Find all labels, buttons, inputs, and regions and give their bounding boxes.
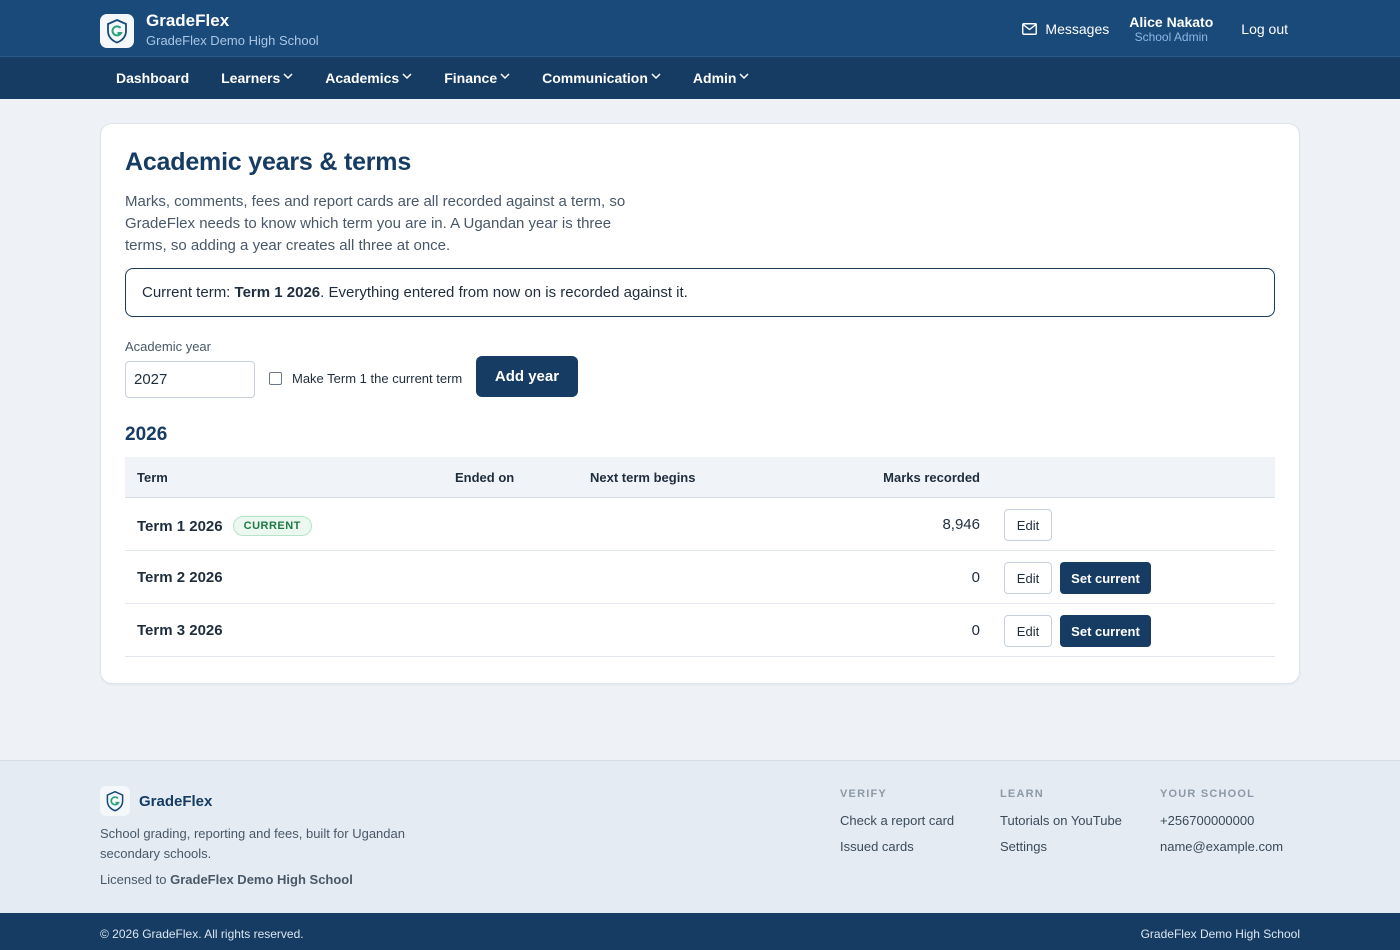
license-school: GradeFlex Demo High School — [170, 872, 353, 887]
chevron-down-icon — [402, 73, 412, 80]
footer-link-issued-cards[interactable]: Issued cards — [840, 839, 954, 854]
chevron-down-icon — [651, 73, 661, 80]
nav-academics[interactable]: Academics — [309, 57, 428, 99]
term-name: Term 2 2026 — [137, 569, 223, 586]
nav-finance-label: Finance — [444, 70, 498, 86]
copyright: © 2026 GradeFlex. All rights reserved. — [100, 927, 304, 941]
nav-dashboard[interactable]: Dashboard — [100, 57, 205, 99]
footer-logo-icon — [100, 786, 130, 816]
nav-learners[interactable]: Learners — [205, 57, 309, 99]
current-term-prefix: Current term: — [142, 284, 235, 301]
current-term-suffix: . Everything entered from now on is reco… — [320, 284, 688, 301]
current-badge: CURRENT — [232, 516, 312, 536]
set-current-button[interactable]: Set current — [1060, 562, 1151, 594]
make-current-label: Make Term 1 the current term — [292, 371, 463, 386]
chevron-down-icon — [500, 73, 510, 80]
nav-learners-label: Learners — [221, 70, 281, 86]
intro-text: Marks, comments, fees and report cards a… — [125, 193, 626, 254]
current-term-value: Term 1 2026 — [234, 284, 321, 301]
make-current-checkbox[interactable] — [269, 372, 282, 385]
footer-brand-name: GradeFlex — [139, 792, 213, 810]
terms-table: Term Ended on Next term begins Marks rec… — [125, 457, 1275, 657]
add-year-button[interactable]: Add year — [476, 356, 578, 397]
nav-dashboard-label: Dashboard — [116, 70, 190, 86]
footer-link-settings[interactable]: Settings — [1000, 839, 1122, 854]
nav-communication[interactable]: Communication — [526, 57, 677, 99]
academic-year-input[interactable] — [125, 361, 255, 398]
footer-link-email[interactable]: name@example.com — [1160, 839, 1283, 854]
chevron-down-icon — [283, 73, 293, 80]
user-role: School Admin — [1134, 29, 1208, 44]
bottom-school-name: GradeFlex Demo High School — [1140, 927, 1300, 941]
col-ended-on: Ended on — [455, 470, 515, 485]
nav-admin-label: Admin — [692, 70, 737, 86]
user-menu[interactable]: Alice Nakato School Admin — [1129, 14, 1213, 44]
marks-recorded: 8,946 — [942, 516, 980, 533]
bottom-bar: © 2026 GradeFlex. All rights reserved. G… — [0, 913, 1400, 950]
logout-link[interactable]: Log out — [1241, 21, 1288, 37]
nav-finance[interactable]: Finance — [428, 57, 526, 99]
marks-recorded: 0 — [971, 622, 980, 639]
footer-tagline: School grading, reporting and fees, buil… — [100, 826, 405, 861]
envelope-icon — [1022, 22, 1038, 35]
make-current-option[interactable]: Make Term 1 the current term — [269, 371, 462, 386]
messages-label: Messages — [1045, 20, 1110, 37]
year-heading: 2026 — [125, 424, 168, 445]
academic-year-label: Academic year — [125, 339, 211, 354]
table-header: Term Ended on Next term begins Marks rec… — [125, 457, 1275, 498]
main-nav: Dashboard Learners Academics Finance Com… — [0, 57, 1400, 99]
marks-recorded: 0 — [971, 569, 980, 586]
edit-button[interactable]: Edit — [1004, 562, 1052, 594]
term-name: Term 1 2026 — [137, 517, 223, 535]
set-current-button[interactable]: Set current — [1060, 615, 1151, 647]
user-name: Alice Nakato — [1129, 13, 1214, 30]
footer-col-verify: VERIFY Check a report card Issued cards — [840, 788, 954, 854]
brand-logo-icon — [100, 13, 134, 48]
app-name: GradeFlex — [146, 11, 230, 30]
nav-admin[interactable]: Admin — [677, 57, 766, 99]
top-header: GradeFlex GradeFlex Demo High School Mes… — [0, 0, 1400, 57]
footer-brand[interactable]: GradeFlex — [100, 786, 212, 816]
footer-link-tutorials[interactable]: Tutorials on YouTube — [1000, 813, 1122, 828]
site-footer: GradeFlex School grading, reporting and … — [0, 760, 1400, 913]
school-name: GradeFlex Demo High School — [146, 33, 319, 48]
footer-license: Licensed to GradeFlex Demo High School — [100, 872, 353, 887]
table-row: Term 2 2026 0 Edit Set current — [125, 551, 1275, 604]
term-name: Term 3 2026 — [137, 622, 223, 639]
nav-academics-label: Academics — [325, 70, 400, 86]
footer-link-check-report-card[interactable]: Check a report card — [840, 813, 954, 828]
col-next-begins: Next term begins — [590, 470, 696, 485]
chevron-down-icon — [739, 73, 749, 80]
messages-link[interactable]: Messages — [1022, 21, 1109, 37]
page-title: Academic years & terms — [125, 148, 412, 176]
footer-link-phone[interactable]: +256700000000 — [1160, 813, 1283, 828]
license-prefix: Licensed to — [100, 872, 171, 887]
brand[interactable]: GradeFlex GradeFlex Demo High School — [100, 11, 319, 50]
footer-col-title: VERIFY — [840, 788, 887, 800]
col-term: Term — [137, 470, 168, 485]
terms-card: Academic years & terms Marks, comments, … — [100, 123, 1300, 684]
col-marks: Marks recorded — [883, 470, 980, 485]
table-row: Term 3 2026 0 Edit Set current — [125, 604, 1275, 657]
footer-col-title: YOUR SCHOOL — [1160, 788, 1256, 800]
footer-col-title: LEARN — [1000, 788, 1044, 800]
edit-button[interactable]: Edit — [1004, 615, 1052, 647]
footer-col-your-school: YOUR SCHOOL +256700000000 name@example.c… — [1160, 788, 1283, 854]
current-term-notice: Current term: Term 1 2026. Everything en… — [125, 268, 1275, 317]
nav-communication-label: Communication — [542, 70, 648, 86]
table-row: Term 1 2026 CURRENT 8,946 Edit — [125, 498, 1275, 551]
footer-col-learn: LEARN Tutorials on YouTube Settings — [1000, 788, 1122, 854]
edit-button[interactable]: Edit — [1004, 509, 1052, 541]
